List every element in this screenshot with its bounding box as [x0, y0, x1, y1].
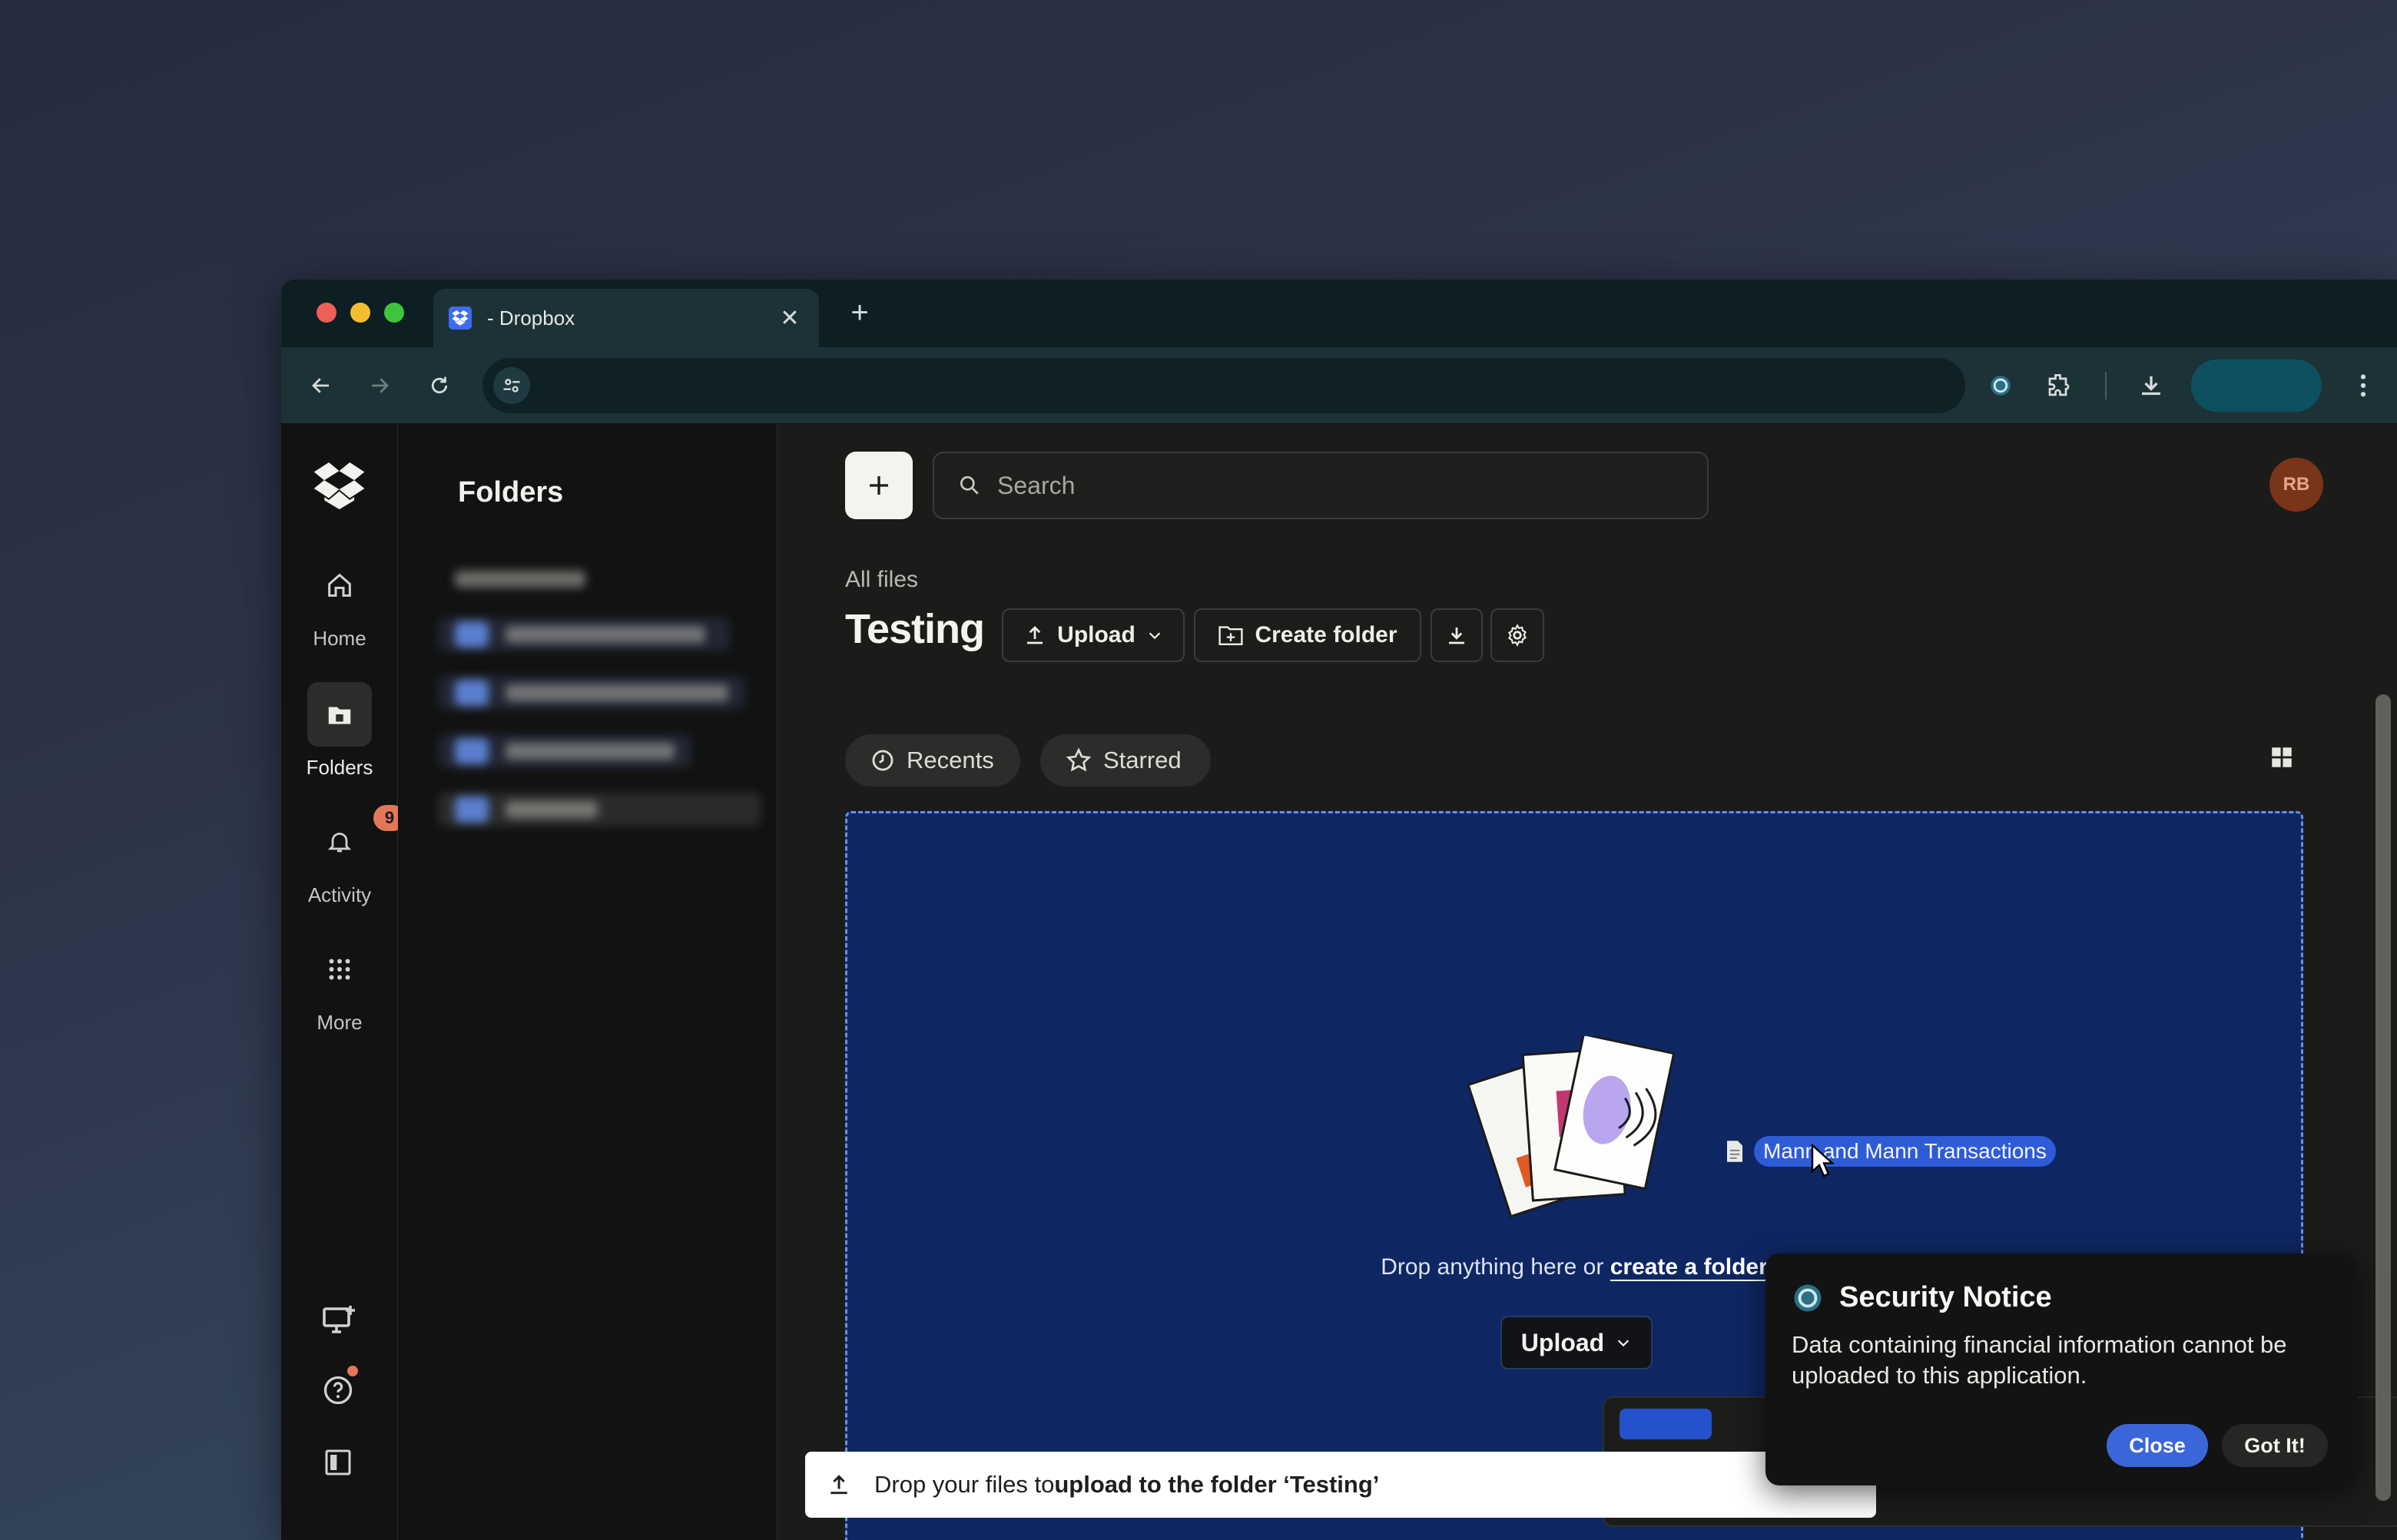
page-title: Testing	[845, 606, 985, 652]
notice-title: Security Notice	[1839, 1281, 2052, 1313]
search-box[interactable]	[933, 452, 1709, 519]
dragged-file-name: Mann and Mann Transactions	[1754, 1136, 2056, 1167]
folder-tree-item[interactable]	[438, 562, 599, 596]
minimize-window-button[interactable]	[350, 303, 370, 323]
avatar[interactable]: RB	[2269, 458, 2323, 512]
breadcrumb[interactable]: All files	[845, 567, 918, 593]
security-notice-dialog: Security Notice Data containing financia…	[1765, 1254, 2357, 1485]
browser-tab[interactable]: - Dropbox ✕	[433, 289, 819, 347]
create-new-button[interactable]	[845, 452, 913, 519]
browser-toolbar	[281, 347, 2397, 424]
folder-icon	[307, 682, 372, 747]
profile-button[interactable]	[2191, 359, 2322, 412]
reload-icon[interactable]	[423, 369, 456, 402]
folder-tree-item[interactable]	[438, 618, 730, 651]
site-settings-icon[interactable]	[493, 367, 530, 404]
create-folder-button[interactable]: Create folder	[1194, 608, 1421, 662]
extensions-puzzle-icon[interactable]	[2041, 367, 2077, 404]
search-input[interactable]	[997, 471, 1689, 500]
new-tab-button[interactable]: +	[840, 293, 879, 332]
back-icon[interactable]	[304, 369, 338, 402]
browser-window: - Dropbox ✕ + Home Folders 9 Activity Mo…	[281, 280, 2397, 1540]
nav-rail: Home Folders 9 Activity More	[281, 424, 406, 1540]
search-icon	[960, 476, 979, 495]
add-folder-icon	[1218, 626, 1244, 645]
notice-got-it-button[interactable]: Got It!	[2222, 1424, 2328, 1467]
dragged-file-chip: Mann and Mann Transactions	[1725, 1136, 2056, 1177]
grid-icon	[307, 937, 372, 1002]
grid-view-icon[interactable]	[2265, 740, 2299, 774]
page-scrollbar[interactable]	[2375, 694, 2391, 1501]
folder-tree-item[interactable]	[438, 734, 691, 768]
gear-icon	[1508, 624, 1527, 647]
security-shield-icon	[1794, 1284, 1822, 1311]
toast-target: upload to the folder ‘Testing’	[1054, 1471, 1380, 1498]
forward-icon[interactable]	[363, 369, 396, 402]
starred-label: Starred	[1103, 747, 1182, 773]
desktop-app-icon[interactable]	[321, 1303, 358, 1340]
recents-filter[interactable]: Recents	[845, 734, 1020, 787]
rail-item-activity[interactable]: 9 Activity	[281, 805, 406, 907]
recents-label: Recents	[907, 747, 994, 773]
plus-icon	[870, 476, 888, 495]
download-button[interactable]	[1431, 608, 1483, 662]
maximize-window-button[interactable]	[384, 303, 404, 323]
rail-label-more: More	[317, 1011, 363, 1034]
chevron-down-icon	[1618, 1340, 1629, 1347]
tab-title: - Dropbox	[487, 306, 575, 330]
cursor-icon	[1811, 1144, 1835, 1177]
browser-menu-icon[interactable]	[2345, 367, 2382, 404]
dropbox-logo-icon[interactable]	[312, 462, 367, 514]
clock-icon	[872, 750, 893, 771]
downloads-icon[interactable]	[2133, 367, 2170, 404]
download-icon	[1449, 628, 1464, 644]
toolbar-divider	[2105, 372, 2107, 399]
dropbox-app: Home Folders 9 Activity More Folders Sea…	[281, 424, 2397, 1540]
drop-hint-prefix: Drop anything here or	[1381, 1254, 1610, 1280]
close-window-button[interactable]	[317, 303, 337, 323]
help-icon[interactable]	[321, 1366, 358, 1411]
folder-tree-item-selected[interactable]	[438, 793, 761, 826]
rail-item-folders[interactable]: Folders	[281, 682, 398, 780]
create-folder-label: Create folder	[1255, 622, 1397, 647]
dropbox-favicon-icon	[449, 306, 472, 330]
tab-close-icon[interactable]: ✕	[776, 305, 804, 332]
notice-body: Data containing financial information ca…	[1792, 1331, 2287, 1389]
create-folder-link[interactable]: create a folder	[1610, 1254, 1768, 1281]
bell-icon: 9	[307, 805, 406, 874]
upload-toast: Drop your files to upload to the folder …	[805, 1452, 1876, 1518]
help-notification-dot	[347, 1366, 358, 1376]
main-area: RB All files Testing Upload Create folde…	[777, 424, 2397, 1540]
folder-settings-button[interactable]	[1490, 608, 1544, 662]
chevron-down-icon	[1149, 632, 1161, 640]
rail-label-home: Home	[313, 627, 366, 650]
dropzone-upload-label: Upload	[1520, 1328, 1605, 1356]
upload-icon	[1027, 626, 1043, 644]
rail-item-home[interactable]: Home	[281, 553, 398, 651]
folders-panel: Folders	[398, 424, 777, 1540]
home-icon	[307, 553, 372, 618]
rail-label-activity: Activity	[307, 883, 372, 906]
background-panel-button[interactable]	[1620, 1409, 1712, 1439]
toggle-sidebar-icon[interactable]	[323, 1447, 353, 1482]
upload-icon	[830, 1475, 847, 1495]
tab-strip: - Dropbox ✕ +	[281, 280, 2397, 347]
star-icon	[1066, 747, 1092, 772]
upload-label: Upload	[1057, 622, 1136, 647]
starred-filter[interactable]: Starred	[1040, 734, 1211, 787]
toast-prefix: Drop your files to	[874, 1471, 1055, 1498]
extension-security-icon[interactable]	[1982, 367, 2019, 404]
rail-item-more[interactable]: More	[281, 937, 398, 1035]
notice-close-button[interactable]: Close	[2107, 1424, 2208, 1467]
upload-button[interactable]: Upload	[1002, 608, 1185, 662]
folder-tree-item[interactable]	[438, 676, 745, 710]
files-illustration-icon	[1467, 1036, 1676, 1218]
dropzone-upload-button[interactable]: Upload	[1500, 1316, 1653, 1369]
folders-title: Folders	[458, 476, 564, 508]
file-icon	[1727, 1141, 1742, 1162]
address-bar[interactable]	[482, 358, 1965, 413]
rail-label-folders: Folders	[306, 756, 373, 779]
